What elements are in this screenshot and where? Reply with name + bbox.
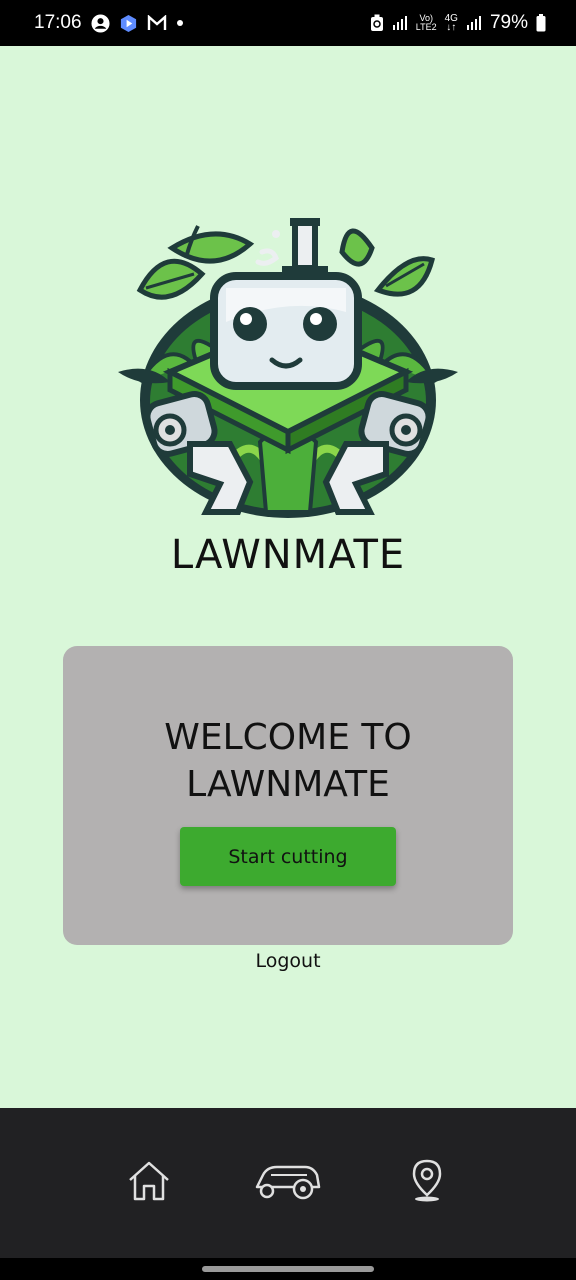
signal-icon-sim2 [466, 15, 482, 31]
system-gesture-area [0, 1258, 576, 1280]
nav-home[interactable] [109, 1153, 189, 1213]
status-left: 17:06 [34, 12, 184, 34]
status-time: 17:06 [34, 12, 82, 33]
welcome-title: WELCOME TO LAWNMATE [164, 717, 412, 805]
location-pin-icon [409, 1159, 445, 1207]
nav-mower[interactable] [248, 1153, 328, 1213]
network-type-label: Vo) LTE2 [415, 13, 437, 32]
gmail-icon [147, 15, 167, 31]
logout-link[interactable]: Logout [0, 950, 576, 972]
battery-percent: 79% [489, 12, 528, 33]
app-notification-icon [119, 14, 138, 33]
signal-icon-sim1 [392, 15, 408, 31]
app-name-heading: LAWNMATE [170, 532, 406, 578]
lawnmate-logo [110, 212, 466, 524]
home-gesture-bar[interactable] [202, 1266, 374, 1272]
account-icon [91, 13, 110, 33]
start-cutting-button[interactable]: Start cutting [180, 827, 396, 886]
status-bar: 17:06 Vo) LTE2 4G ↓↑ 79% [0, 0, 576, 46]
welcome-card: WELCOME TO LAWNMATE Start cutting [63, 646, 513, 945]
nav-location[interactable] [387, 1153, 467, 1213]
notification-dot-icon [176, 19, 184, 27]
status-right: Vo) LTE2 4G ↓↑ 79% [370, 12, 546, 34]
start-cutting-label: Start cutting [228, 845, 348, 868]
battery-icon [536, 14, 546, 32]
bottom-navigation [0, 1108, 576, 1258]
battery-saver-icon [370, 14, 384, 32]
lawnmower-icon [253, 1161, 323, 1205]
home-icon [126, 1158, 172, 1208]
network-generation-label: 4G ↓↑ [444, 13, 458, 33]
